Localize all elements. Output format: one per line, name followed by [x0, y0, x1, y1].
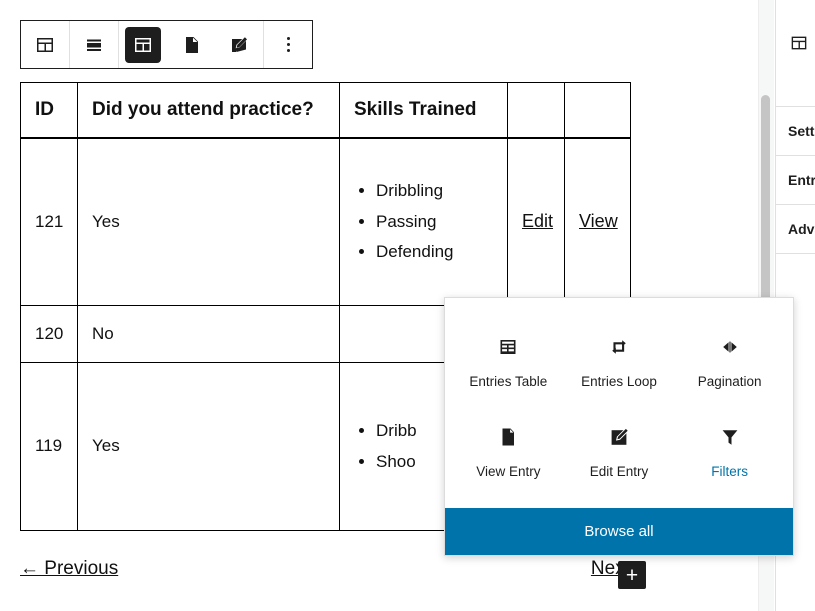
- table-row: 121 Yes Dribbling Passing Defending Edit…: [20, 137, 631, 306]
- view-entry-link[interactable]: View: [579, 211, 618, 231]
- inserter-item-view-entry[interactable]: View Entry: [453, 410, 564, 494]
- add-block-plus-icon[interactable]: +: [618, 561, 646, 589]
- left-right-arrows-icon: [718, 332, 742, 362]
- entries-table-icon-button[interactable]: [119, 21, 167, 68]
- cell-id: 121: [20, 137, 78, 306]
- block-inserter-grid: Entries Table Entries Loop Pagination Vi…: [445, 298, 793, 508]
- inserter-item-label: Entries Table: [469, 374, 548, 389]
- block-inserter-popover: Entries Table Entries Loop Pagination Vi…: [444, 297, 794, 557]
- column-header-edit: [507, 82, 565, 139]
- inserter-item-pagination[interactable]: Pagination: [674, 320, 785, 404]
- column-header-skills: Skills Trained: [339, 82, 508, 139]
- inserter-item-label: View Entry: [476, 464, 541, 480]
- page-icon: [496, 422, 520, 452]
- table-grid-icon: [496, 332, 520, 362]
- vertical-dots-icon: [286, 37, 290, 52]
- column-header-id: ID: [20, 82, 78, 139]
- inserter-item-entries-loop[interactable]: Entries Loop: [564, 320, 675, 404]
- inserter-item-label: Pagination: [697, 374, 762, 389]
- list-item: Passing: [376, 209, 493, 235]
- next-page-wrapper: Next +: [591, 558, 646, 589]
- sidebar-tab-entries[interactable]: Entr: [776, 156, 815, 205]
- cell-id: 120: [20, 305, 78, 363]
- inserter-item-filters[interactable]: Filters: [674, 410, 785, 494]
- previous-page-link[interactable]: ← Previous: [20, 558, 118, 580]
- list-item: Dribbling: [376, 178, 493, 204]
- settings-sidebar-header: [776, 0, 815, 107]
- cell-skills: Dribbling Passing Defending: [339, 137, 508, 306]
- table-header-row: ID Did you attend practice? Skills Train…: [20, 82, 631, 139]
- sidebar-tab-advanced[interactable]: Adva: [776, 205, 815, 254]
- entries-table-block-icon: [33, 33, 57, 57]
- cell-attended: No: [77, 305, 340, 363]
- skills-list: Dribbling Passing Defending: [354, 178, 493, 265]
- pagination: ← Previous Next +: [20, 558, 646, 589]
- entries-table-block-icon-button[interactable]: [21, 21, 69, 68]
- edit-entry-link[interactable]: Edit: [522, 211, 553, 231]
- sidebar-tab-settings[interactable]: Sett: [776, 107, 815, 156]
- cell-attended: Yes: [77, 362, 340, 531]
- align-icon: [82, 33, 106, 57]
- block-toolbar: [20, 20, 313, 69]
- align-icon-button[interactable]: [70, 21, 118, 68]
- inserter-item-label: Filters: [711, 464, 749, 480]
- inserter-item-label: Edit Entry: [589, 464, 649, 480]
- column-header-view: [564, 82, 631, 139]
- inserter-item-edit-entry[interactable]: Edit Entry: [564, 410, 675, 494]
- view-entry-icon-button[interactable]: [167, 21, 215, 68]
- cell-id: 119: [20, 362, 78, 531]
- cell-edit: Edit: [507, 137, 565, 306]
- cell-view: View: [564, 137, 631, 306]
- edit-pencil-icon: [227, 33, 251, 57]
- more-options-icon-button[interactable]: [264, 21, 312, 68]
- entries-table-icon: [125, 26, 161, 63]
- funnel-filter-icon: [718, 422, 742, 452]
- list-item: Defending: [376, 239, 493, 265]
- toolbar-group-more: [264, 21, 312, 68]
- toolbar-group-align: [70, 21, 119, 68]
- edit-pencil-icon: [607, 422, 631, 452]
- browse-all-button[interactable]: Browse all: [445, 508, 793, 556]
- table-head: ID Did you attend practice? Skills Train…: [20, 82, 631, 139]
- page-icon: [179, 33, 203, 57]
- column-header-question: Did you attend practice?: [77, 82, 340, 139]
- loop-repeat-icon: [607, 332, 631, 362]
- editor-root: ID Did you attend practice? Skills Train…: [0, 0, 815, 611]
- cell-attended: Yes: [77, 137, 340, 306]
- edit-entry-icon-button[interactable]: [215, 21, 263, 68]
- entries-table-block-icon: [788, 32, 810, 59]
- toolbar-group-block-type: [21, 21, 70, 68]
- toolbar-group-block-actions: [119, 21, 264, 68]
- inserter-item-entries-table[interactable]: Entries Table: [453, 320, 564, 404]
- inserter-item-label: Entries Loop: [581, 374, 657, 389]
